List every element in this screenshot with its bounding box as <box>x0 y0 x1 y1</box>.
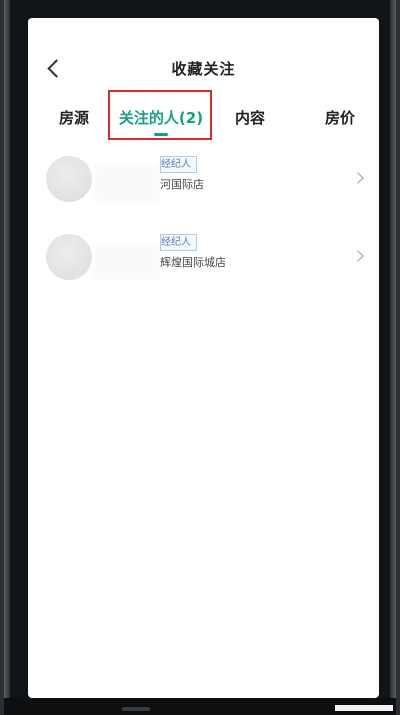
app-screen: 收藏关注 房源 关注的人(2) 内容 房价 经纪人 河国际店 经纪人 辉煌国际城… <box>28 18 379 698</box>
store-name: 辉煌国际城店 <box>160 256 226 269</box>
tab-content[interactable]: 内容 <box>218 100 282 134</box>
phone-edge-right <box>390 0 396 715</box>
followed-agents-list: 经纪人 河国际店 经纪人 辉煌国际城店 <box>28 146 379 302</box>
avatar <box>46 234 92 280</box>
avatar <box>46 156 92 202</box>
tab-listings[interactable]: 房源 <box>42 100 106 134</box>
page-corner <box>335 705 393 711</box>
page-title: 收藏关注 <box>171 60 236 78</box>
home-indicator <box>122 707 150 711</box>
role-badge: 经纪人 <box>160 156 197 173</box>
list-item[interactable]: 经纪人 辉煌国际城店 <box>28 224 379 302</box>
phone-edge-left <box>4 0 10 715</box>
role-badge: 经纪人 <box>160 234 197 251</box>
store-name: 河国际店 <box>160 178 204 191</box>
blurred-name <box>94 244 160 280</box>
chevron-right-icon <box>352 250 364 262</box>
chevron-right-icon <box>352 172 364 184</box>
blurred-name <box>94 166 160 202</box>
list-item[interactable]: 经纪人 河国际店 <box>28 146 379 224</box>
highlight-box <box>108 90 212 140</box>
phone-frame: 收藏关注 房源 关注的人(2) 内容 房价 经纪人 河国际店 经纪人 辉煌国际城… <box>4 0 396 715</box>
tab-prices[interactable]: 房价 <box>308 100 372 134</box>
